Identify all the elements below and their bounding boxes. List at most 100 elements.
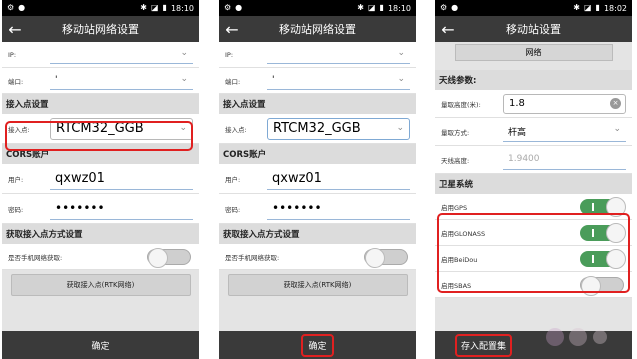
chevron-down-icon: ⌄	[613, 123, 621, 134]
clock: 18:02	[603, 3, 627, 13]
measure-height-input[interactable]: 1.8 ×	[503, 93, 626, 114]
toggle-knob	[606, 197, 626, 217]
access-point-select[interactable]: RTCM32_GGB ⌄	[50, 117, 193, 140]
ip-label: IP:	[225, 50, 234, 59]
phone-network-row: 是否手机网络获取:	[2, 244, 199, 270]
back-arrow-icon[interactable]: ←	[2, 20, 28, 39]
sbas-toggle[interactable]	[580, 276, 624, 296]
section-cors: CORS账户	[2, 144, 199, 164]
password-row: 密码: •••••••	[219, 194, 416, 224]
port-input[interactable]: ' ⌄	[50, 71, 193, 90]
clear-icon[interactable]: ×	[610, 97, 621, 109]
record-icon: ●	[18, 3, 26, 12]
save-config-button[interactable]: 存入配置集	[455, 333, 513, 357]
clock: 18:10	[170, 3, 194, 13]
no-signal-icon: ◪	[150, 3, 159, 12]
access-point-value: RTCM32_GGB	[56, 121, 144, 136]
user-value: qxwz01	[55, 170, 105, 186]
toggle-knob	[606, 223, 626, 243]
port-value: '	[272, 75, 275, 85]
ip-row: IP: ⌄	[2, 42, 199, 68]
fetch-access-point-button[interactable]: 获取接入点(RTK网络)	[10, 274, 191, 296]
confirm-button[interactable]: 确定	[2, 331, 199, 359]
password-value: •••••••	[272, 201, 322, 215]
user-label: 用户:	[225, 175, 241, 184]
phone-network-label: 是否手机网络获取:	[8, 253, 63, 262]
settings-icon: ⚙	[7, 3, 15, 12]
clock: 18:10	[387, 3, 411, 13]
password-input[interactable]: •••••••	[50, 197, 193, 220]
section-fetch-method: 获取接入点方式设置	[2, 224, 199, 244]
measure-method-label: 量取方式:	[441, 128, 470, 137]
record-icon: ●	[235, 3, 243, 12]
settings-icon: ⚙	[440, 3, 448, 12]
back-arrow-icon[interactable]: ←	[219, 20, 245, 39]
port-row: 端口: ' ⌄	[2, 68, 199, 94]
antenna-height-value: 1.9400	[508, 154, 540, 164]
title-bar: ← 移动站设置	[435, 16, 632, 42]
chevron-down-icon: ⌄	[397, 47, 405, 58]
measure-method-select[interactable]: 杆高 ⌄	[503, 121, 626, 142]
toggle-knob	[581, 276, 601, 296]
phone-network-toggle[interactable]	[147, 248, 191, 268]
ip-input[interactable]: ⌄	[50, 45, 193, 64]
section-cors: CORS账户	[219, 144, 416, 164]
access-point-label: 接入点:	[225, 125, 247, 134]
phone-network-toggle[interactable]	[364, 248, 408, 268]
confirm-label: 确定	[301, 333, 334, 357]
phone-network-label: 是否手机网络获取:	[225, 253, 280, 262]
chevron-down-icon: ⌄	[396, 122, 404, 133]
back-arrow-icon[interactable]: ←	[435, 20, 461, 39]
record-icon: ●	[451, 3, 459, 12]
phone-screen-1: ⚙ ● ✱ ◪ ▮ 18:10 ← 移动站网络设置 IP: ⌄ 端口: ' ⌄ …	[2, 0, 199, 359]
measure-height-row: 量取高度(米): 1.8 ×	[435, 90, 632, 118]
chevron-down-icon: ⌄	[397, 73, 405, 84]
watermark-logo	[541, 322, 631, 352]
user-label: 用户:	[8, 175, 24, 184]
port-row: 端口: ' ⌄	[219, 68, 416, 94]
beidou-label: 启用BeiDou	[441, 255, 478, 264]
gps-toggle[interactable]	[580, 197, 626, 217]
no-signal-icon: ◪	[367, 3, 376, 12]
status-bar: ⚙ ● ✱ ◪ ▮ 18:10	[2, 0, 199, 16]
user-row: 用户: qxwz01	[2, 164, 199, 194]
network-tab[interactable]: 网络	[454, 43, 613, 61]
chevron-down-icon: ⌄	[180, 73, 188, 84]
port-value: '	[55, 75, 58, 85]
phone-screen-3: ⚙ ● ✱ ◪ ▮ 18:02 ← 移动站设置 网络 天线参数: 量取高度(米)…	[435, 0, 632, 359]
bluetooth-icon: ✱	[573, 3, 580, 12]
glonass-label: 启用GLONASS	[441, 229, 486, 238]
user-input[interactable]: qxwz01	[267, 167, 410, 190]
fetch-access-point-button[interactable]: 获取接入点(RTK网络)	[227, 274, 408, 296]
toggle-on-mark	[592, 229, 594, 237]
user-input[interactable]: qxwz01	[50, 167, 193, 190]
access-point-select[interactable]: RTCM32_GGB ⌄	[267, 117, 410, 140]
section-satellite: 卫星系统	[435, 174, 632, 194]
password-value: •••••••	[55, 201, 105, 215]
section-access-point: 接入点设置	[2, 94, 199, 114]
port-label: 端口:	[225, 77, 241, 86]
network-tab-row: 网络	[435, 42, 632, 62]
access-point-value: RTCM32_GGB	[273, 121, 361, 136]
glonass-toggle[interactable]	[580, 223, 626, 243]
access-point-row: 接入点: RTCM32_GGB ⌄	[219, 114, 416, 144]
port-label: 端口:	[8, 77, 24, 86]
confirm-button[interactable]: 确定	[219, 331, 416, 359]
ip-row: IP: ⌄	[219, 42, 416, 68]
settings-icon: ⚙	[224, 3, 232, 12]
password-input[interactable]: •••••••	[267, 197, 410, 220]
battery-icon: ▮	[595, 3, 600, 12]
section-antenna: 天线参数:	[435, 70, 632, 90]
ip-input[interactable]: ⌄	[267, 45, 410, 64]
toggle-knob	[606, 249, 626, 269]
port-input[interactable]: ' ⌄	[267, 71, 410, 90]
user-value: qxwz01	[272, 170, 322, 186]
sbas-row: 启用SBAS	[435, 272, 632, 298]
user-row: 用户: qxwz01	[219, 164, 416, 194]
fetch-button-row: 获取接入点(RTK网络)	[219, 270, 416, 300]
toggle-knob	[148, 248, 168, 268]
beidou-row: 启用BeiDou	[435, 246, 632, 272]
antenna-height-input: 1.9400	[503, 149, 626, 170]
beidou-toggle[interactable]	[580, 249, 626, 269]
access-point-row: 接入点: RTCM32_GGB ⌄	[2, 114, 199, 144]
